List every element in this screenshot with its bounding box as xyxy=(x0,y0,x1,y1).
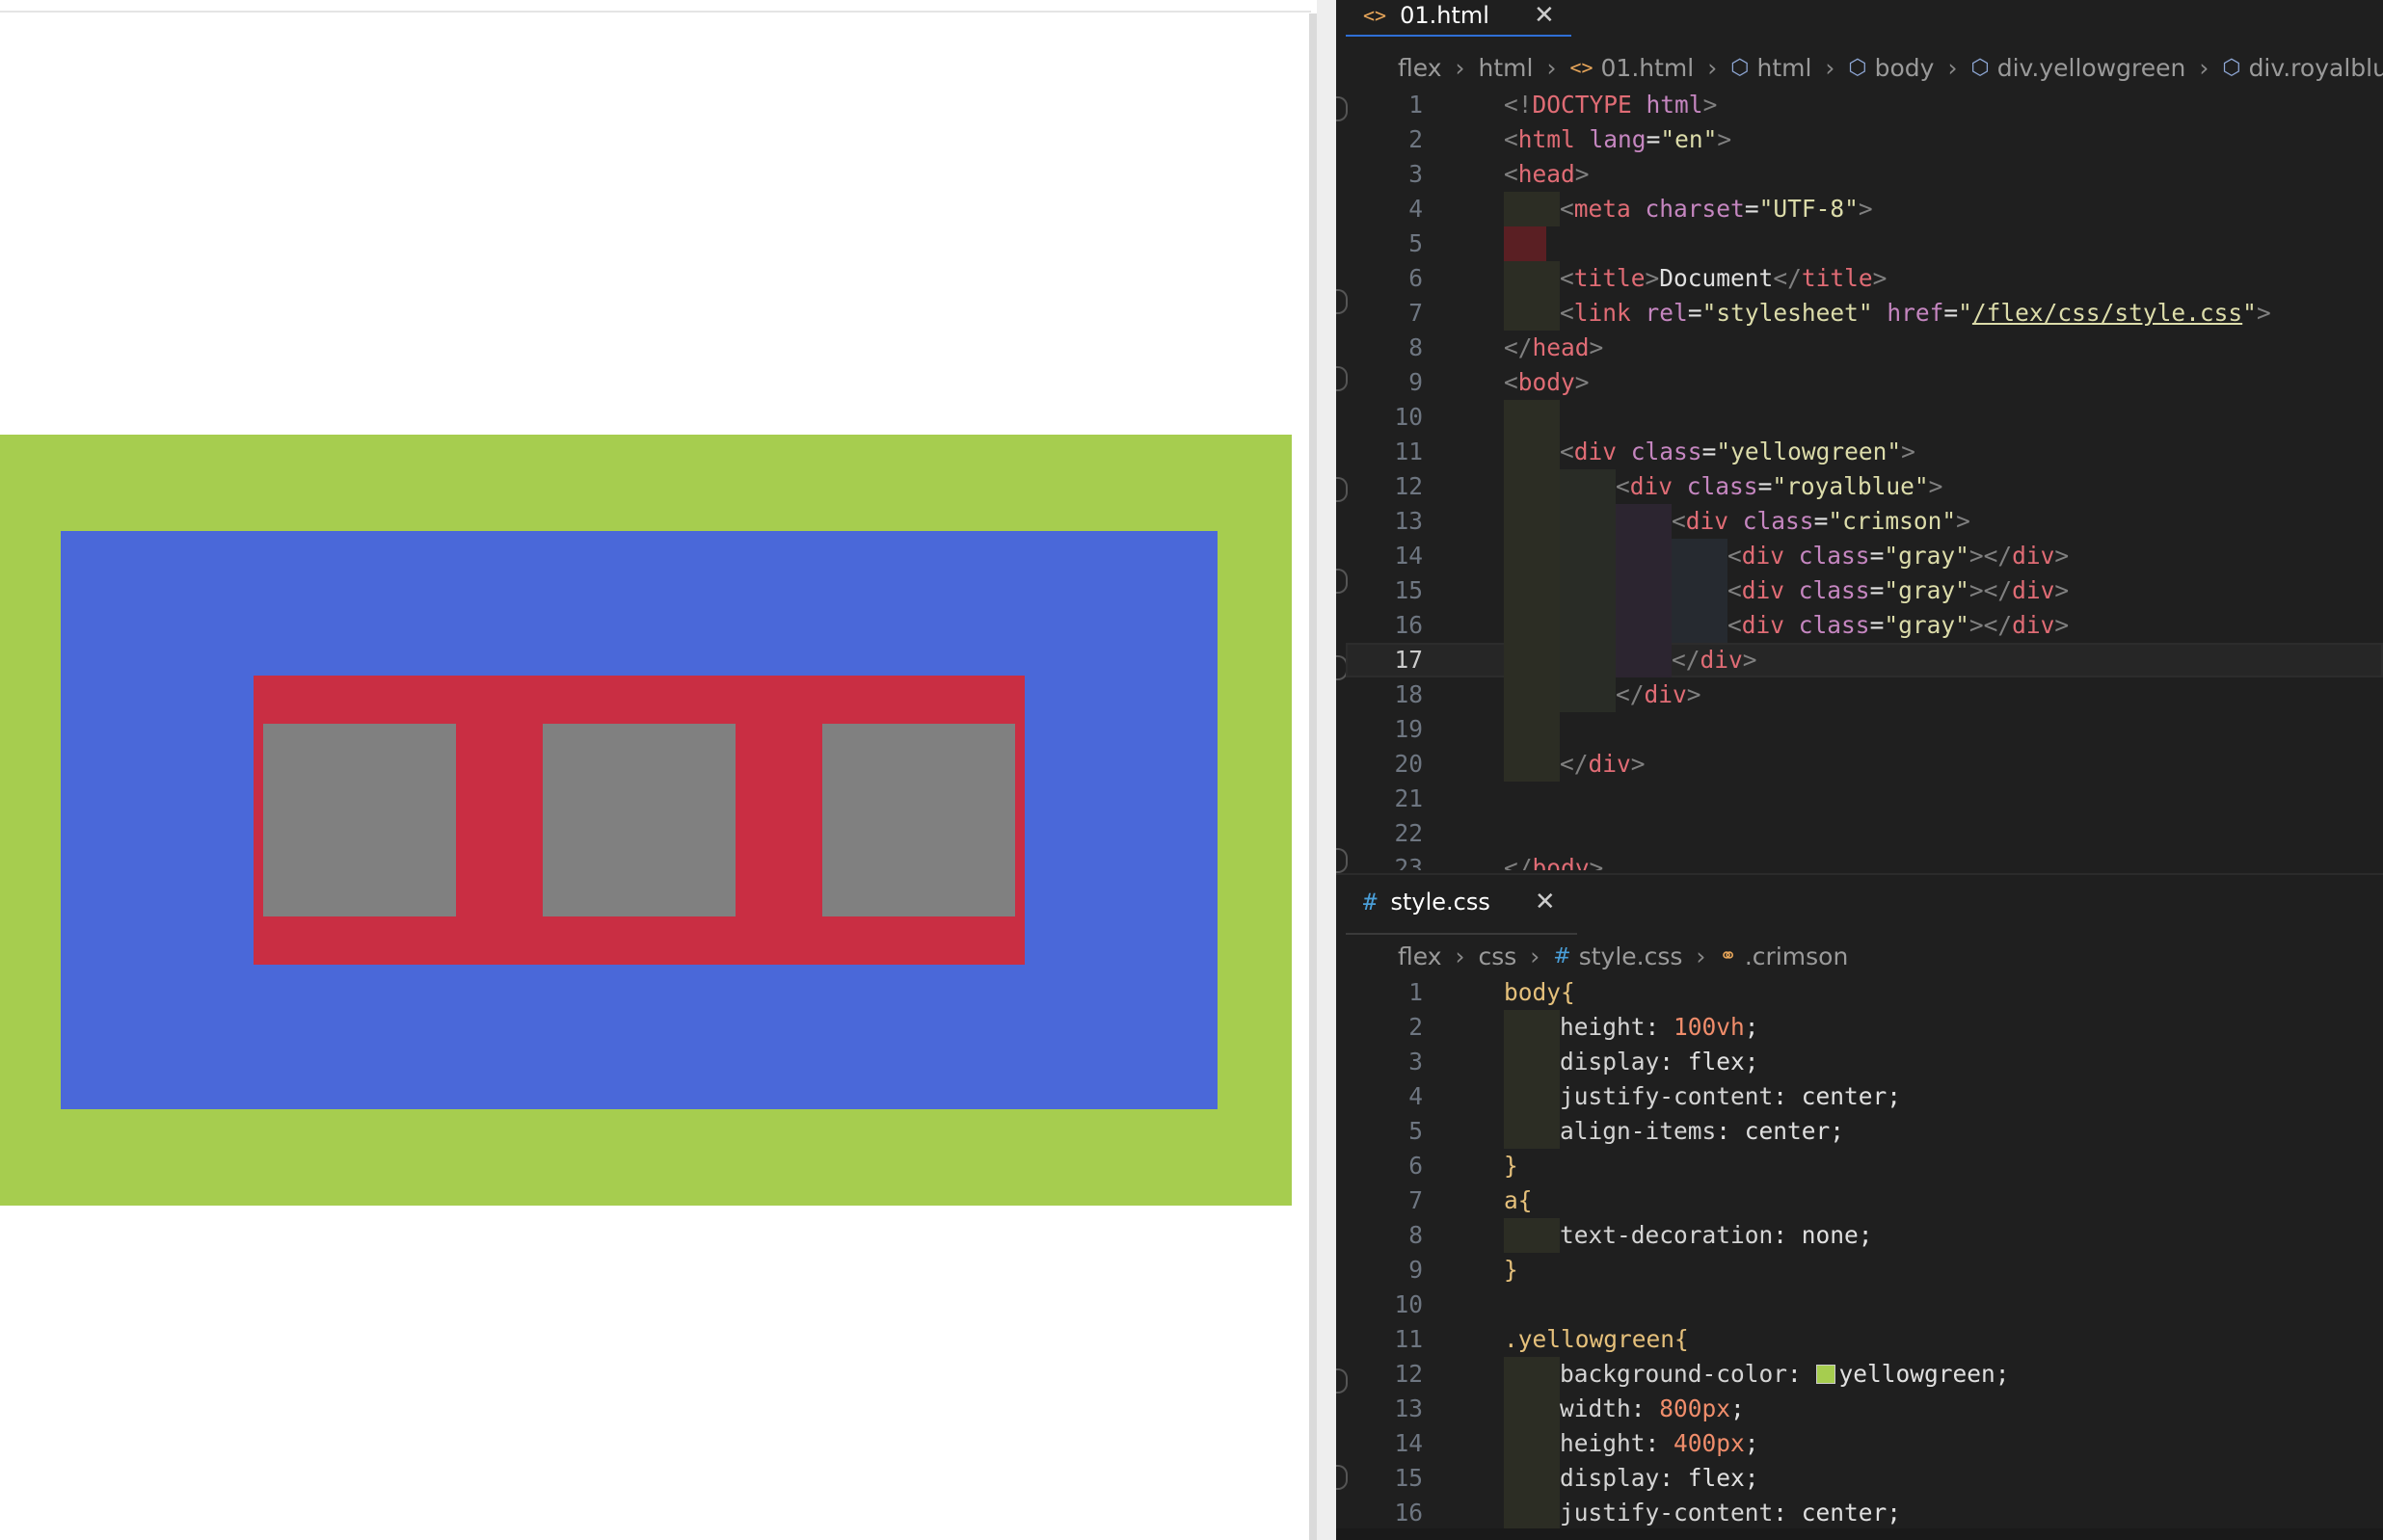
code-line: 3 display: flex; xyxy=(1346,1045,2383,1079)
tab-01-html[interactable]: <> 01.html ✕ xyxy=(1363,0,1555,31)
element-cube-icon: ⬡ xyxy=(1730,55,1750,80)
close-icon[interactable]: ✕ xyxy=(1534,1,1555,30)
code-line: 23 </body> xyxy=(1394,854,1604,870)
code-line: 14 <div class="gray"></div> xyxy=(1346,539,2383,573)
chevron-right-icon: › xyxy=(2199,53,2209,82)
code-line: 7 <link rel="stylesheet" href="/flex/css/… xyxy=(1346,296,2383,331)
breadcrumb-item[interactable]: html xyxy=(1478,54,1533,82)
chevron-right-icon: › xyxy=(1530,942,1540,970)
html-file-icon: <> xyxy=(1569,56,1593,79)
code-line: 21 xyxy=(1394,784,1423,812)
code-line: 16 justify-content: center; xyxy=(1346,1496,2383,1528)
preview-top-border xyxy=(0,11,1311,13)
css-file-icon: # xyxy=(1553,943,1571,969)
active-tab-indicator xyxy=(1346,35,1571,37)
chevron-right-icon: › xyxy=(1546,53,1557,82)
breadcrumb-item[interactable]: div.royalblue xyxy=(2249,54,2383,82)
code-line: 1 body{ xyxy=(1408,978,1575,1006)
preview-scrollbar[interactable] xyxy=(1309,13,1317,1540)
breadcrumb-item[interactable]: html xyxy=(1756,54,1811,82)
css-rule-icon: ⚭ xyxy=(1719,943,1737,969)
code-line: 1 <!DOCTYPE html> xyxy=(1408,91,1718,119)
element-cube-icon: ⬡ xyxy=(2222,55,2241,80)
breadcrumb-item[interactable]: div.yellowgreen xyxy=(1997,54,2186,82)
css-tabbar: # style.css ✕ xyxy=(1346,887,2383,917)
html-file-icon: <> xyxy=(1363,4,1387,27)
pane-splitter[interactable] xyxy=(1317,0,1336,1540)
code-line: 15 display: flex; xyxy=(1346,1461,2383,1496)
code-line: 10 xyxy=(1394,1290,1423,1318)
css-file-icon: # xyxy=(1363,889,1378,916)
gray-box xyxy=(543,724,736,916)
html-tabbar: <> 01.html ✕ xyxy=(1346,0,2383,31)
code-line: 2 <html lang="en"> xyxy=(1408,125,1732,153)
code-line: 8 </head> xyxy=(1408,333,1604,361)
status-bar xyxy=(1336,1528,2383,1540)
code-line: 11 <div class="yellowgreen"> xyxy=(1346,435,2383,469)
chevron-right-icon: › xyxy=(1947,53,1958,82)
gray-box xyxy=(822,724,1015,916)
code-line: 20 </div> xyxy=(1346,747,2383,782)
chevron-right-icon: › xyxy=(1455,942,1465,970)
code-line: 3 <head> xyxy=(1408,160,1590,188)
code-line: 12 <div class="royalblue"> xyxy=(1346,469,2383,504)
code-line: 13 <div class="crimson"> xyxy=(1346,504,2383,539)
browser-preview xyxy=(0,0,1336,1540)
chevron-right-icon: › xyxy=(1455,53,1465,82)
breadcrumb-item[interactable]: flex xyxy=(1398,54,1441,82)
code-line: 18 </div> xyxy=(1346,677,2383,712)
code-line: 4 justify-content: center; xyxy=(1346,1079,2383,1114)
color-swatch-icon[interactable] xyxy=(1815,1365,1835,1384)
tab-label: 01.html xyxy=(1400,2,1489,29)
code-line: 7 a{ xyxy=(1408,1186,1533,1214)
chevron-right-icon: › xyxy=(1825,53,1835,82)
css-code-area[interactable]: 1 body{ 2 height: 100vh; 3 display: flex; 4… xyxy=(1346,975,2383,1528)
code-line: 9 <body> xyxy=(1408,368,1590,396)
code-line: 2 height: 100vh; xyxy=(1346,1010,2383,1045)
element-cube-icon: ⬡ xyxy=(1848,55,1867,80)
close-icon[interactable]: ✕ xyxy=(1535,888,1556,916)
breadcrumb-item[interactable]: .crimson xyxy=(1745,943,1848,970)
element-cube-icon: ⬡ xyxy=(1970,55,1990,80)
code-line: 9} xyxy=(1408,1256,1518,1284)
code-line: 4 <meta charset="UTF-8"> xyxy=(1346,192,2383,226)
code-line: 16 <div class="gray"></div> xyxy=(1346,608,2383,643)
code-line: 5 align-items: center; xyxy=(1346,1114,2383,1149)
breadcrumb-item[interactable]: css xyxy=(1478,943,1516,970)
code-line: 11 .yellowgreen{ xyxy=(1394,1325,1689,1353)
code-line: 6} xyxy=(1408,1152,1518,1180)
tab-underline xyxy=(1346,933,1577,935)
code-line-current: 17 </div> xyxy=(1346,643,2383,677)
breadcrumb-item[interactable]: 01.html xyxy=(1601,54,1695,82)
gray-box xyxy=(263,724,456,916)
tab-style-css[interactable]: # style.css ✕ xyxy=(1363,887,1556,917)
breadcrumb-item[interactable]: body xyxy=(1875,54,1935,82)
html-code-area[interactable]: 1 <!DOCTYPE html> 2 <html lang="en"> 3 <hea… xyxy=(1346,88,2383,870)
code-line: 5 xyxy=(1346,226,2383,261)
editor-split-divider[interactable] xyxy=(1336,873,2383,875)
code-line: 8 text-decoration: none; xyxy=(1346,1218,2383,1253)
code-line: 13 width: 800px; xyxy=(1346,1392,2383,1426)
breadcrumb-item[interactable]: flex xyxy=(1398,943,1441,970)
chevron-right-icon: › xyxy=(1696,942,1706,970)
code-line: 10 xyxy=(1346,400,2383,435)
code-editor: <> 01.html ✕ flex › html › <> 01.html › … xyxy=(1336,0,2383,1540)
code-line: 22 xyxy=(1394,819,1423,847)
code-line: 15 <div class="gray"></div> xyxy=(1346,573,2383,608)
breadcrumb-item[interactable]: style.css xyxy=(1579,943,1683,970)
code-line: 19 xyxy=(1346,712,2383,747)
breadcrumb: flex › css › # style.css › ⚭ .crimson xyxy=(1398,939,1848,973)
breadcrumb: flex › html › <> 01.html › ⬡ html › ⬡ bo… xyxy=(1398,50,2383,85)
code-line: 12 background-color: yellowgreen; xyxy=(1346,1357,2383,1392)
code-line: 14 height: 400px; xyxy=(1346,1426,2383,1461)
chevron-right-icon: › xyxy=(1707,53,1718,82)
code-line: 6 <title>Document</title> xyxy=(1346,261,2383,296)
tab-label: style.css xyxy=(1390,889,1490,916)
